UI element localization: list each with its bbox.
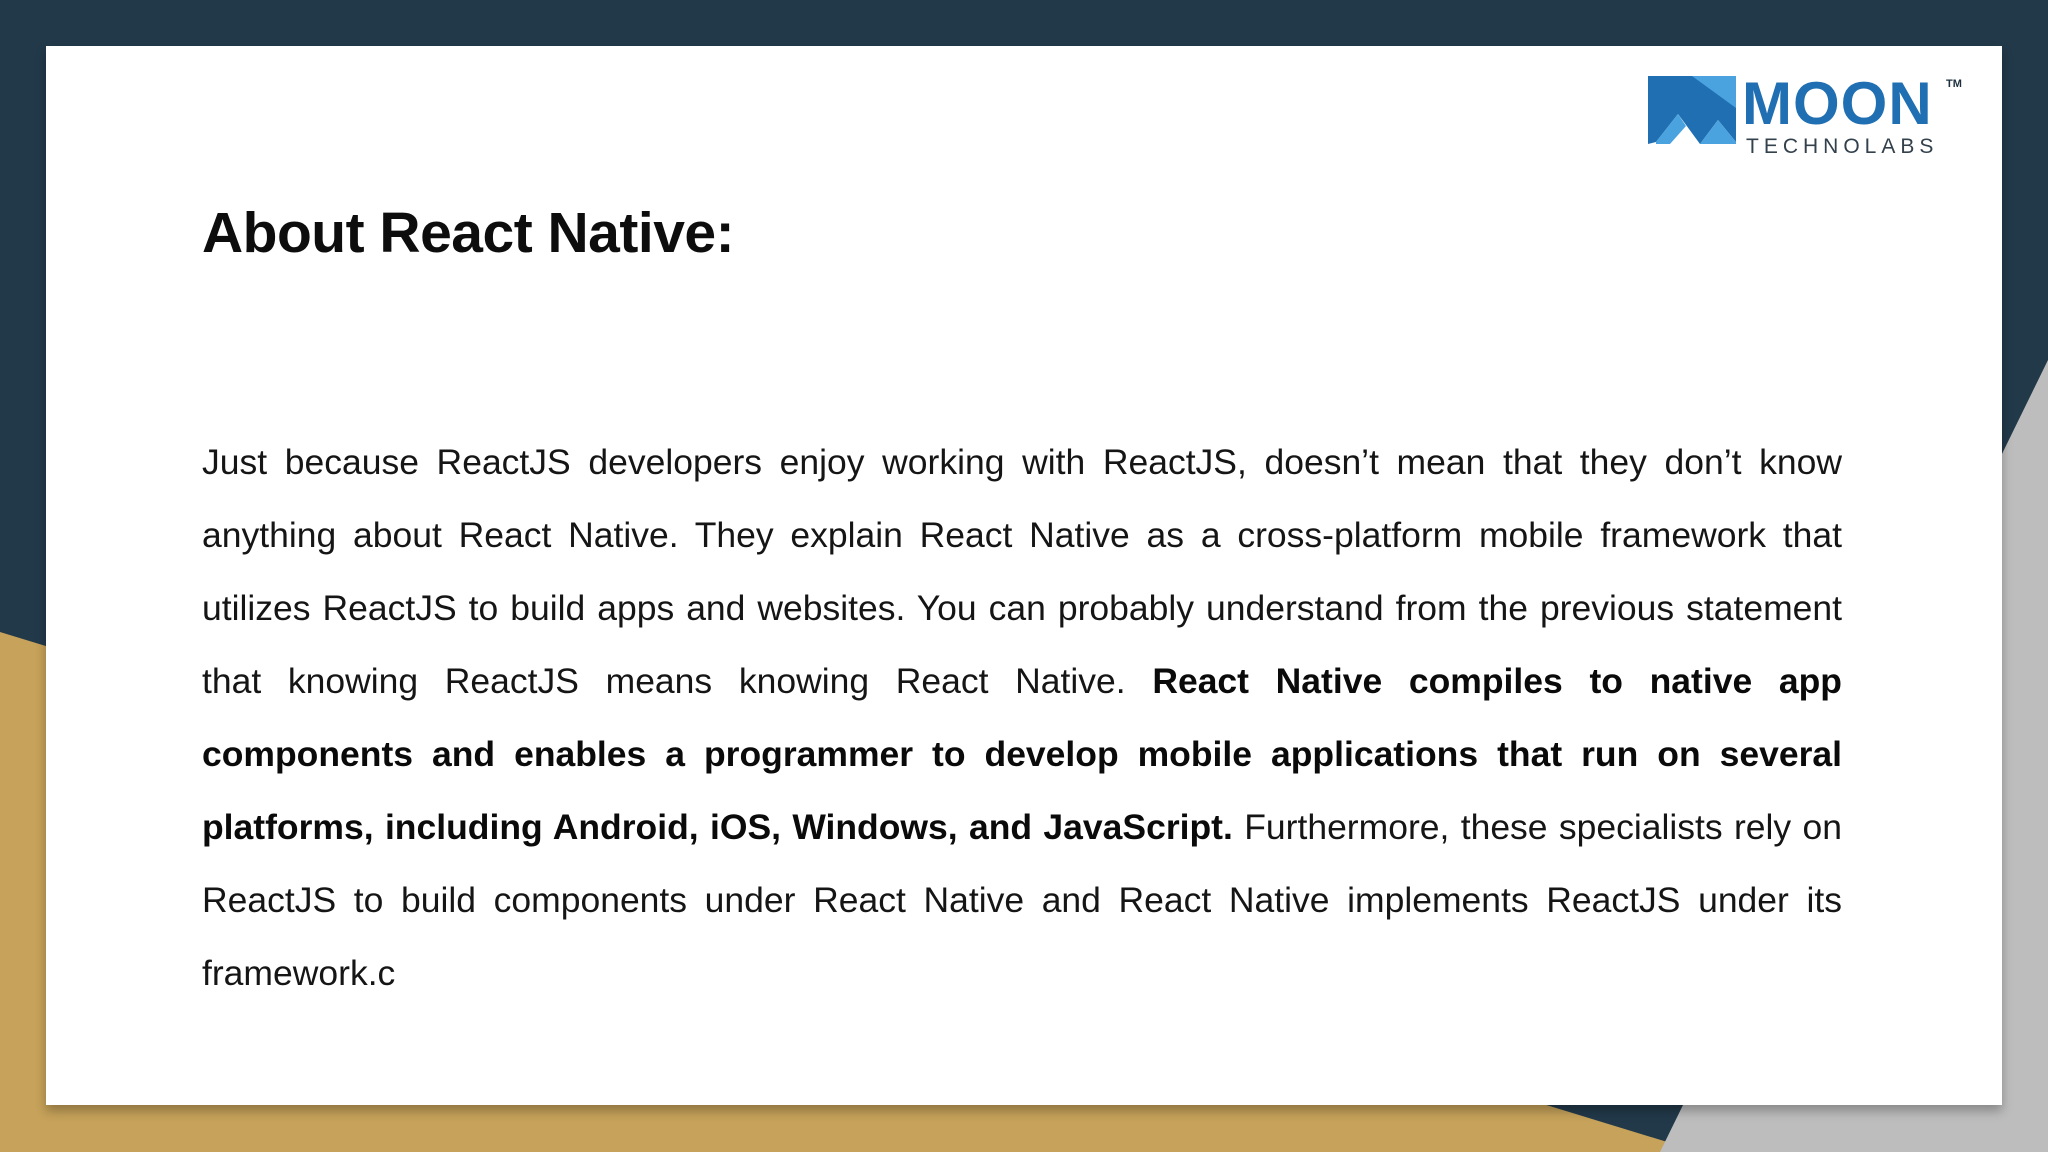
logo-tagline: TECHNOLABS bbox=[1746, 135, 1939, 158]
slide-body-paragraph: Just because ReactJS developers enjoy wo… bbox=[202, 426, 1842, 1010]
slide-title: About React Native: bbox=[202, 201, 735, 265]
moon-technolabs-logo-icon bbox=[1648, 76, 1736, 144]
company-logo: MOON TM TECHNOLABS bbox=[1646, 74, 2006, 164]
slide-card: MOON TM TECHNOLABS About React Native: J… bbox=[46, 46, 2002, 1105]
logo-brand-name: MOON bbox=[1742, 70, 1933, 137]
logo-trademark: TM bbox=[1946, 78, 1962, 90]
